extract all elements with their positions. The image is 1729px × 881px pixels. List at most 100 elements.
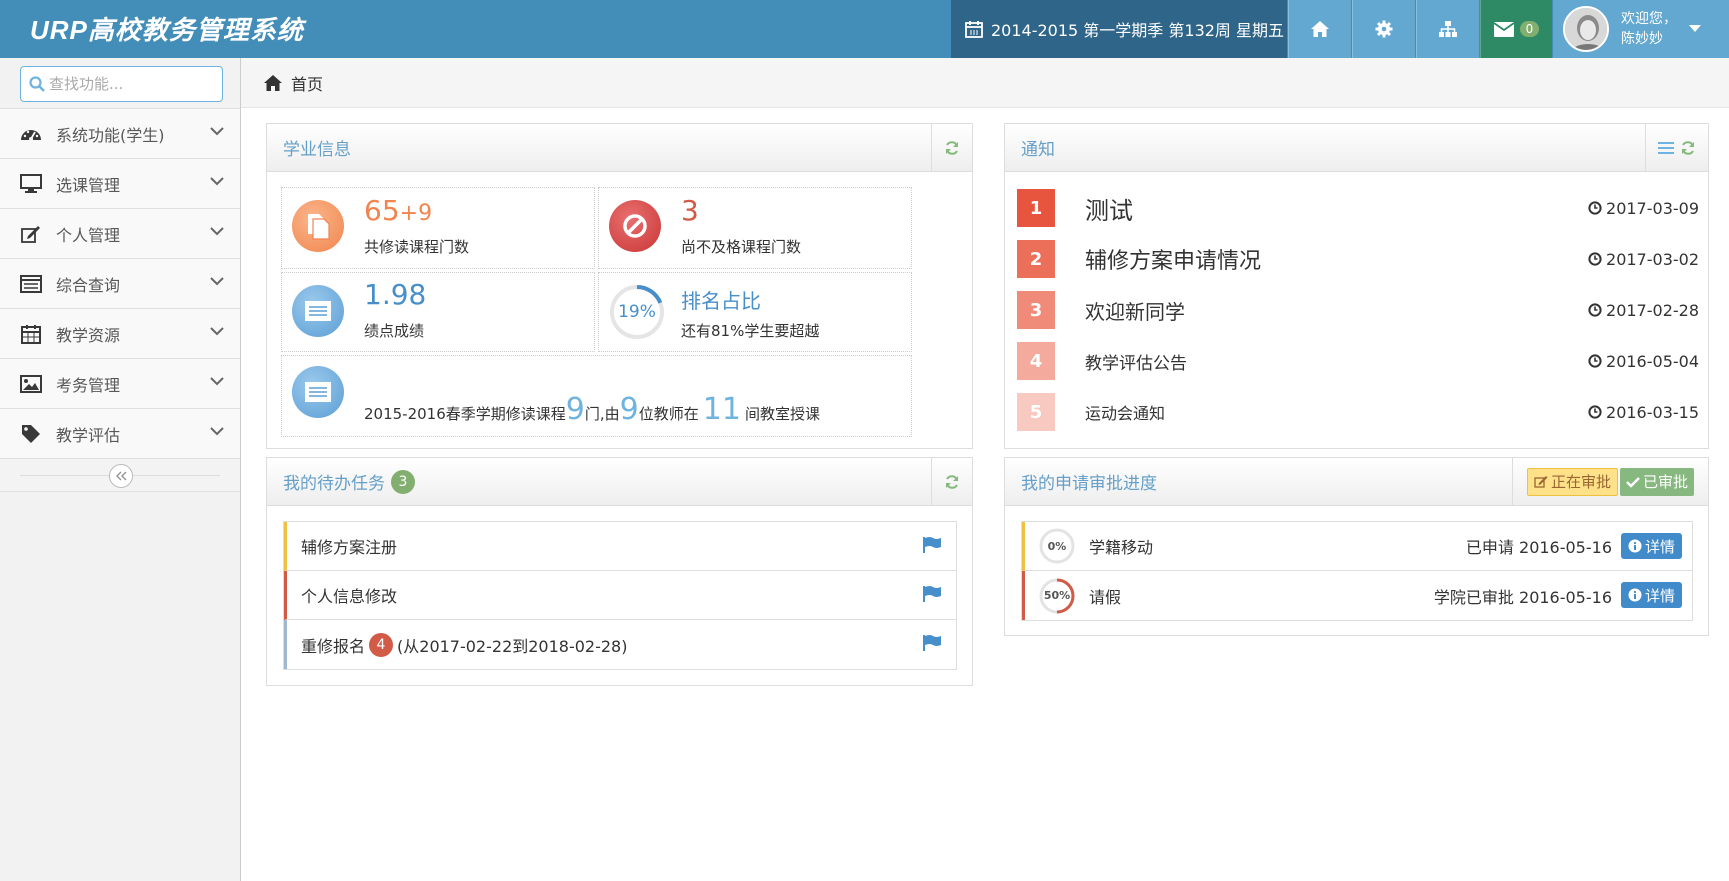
avatar bbox=[1563, 6, 1609, 52]
courses-extra: +9 bbox=[399, 201, 433, 226]
widget-header: 我的待办任务 3 bbox=[267, 458, 972, 506]
sidebar-item-exams[interactable]: 考务管理 bbox=[0, 358, 240, 408]
sidebar-collapse-row bbox=[0, 458, 240, 492]
notice-title[interactable]: 运动会通知 bbox=[1085, 400, 1165, 424]
notice-title[interactable]: 辅修方案申请情况 bbox=[1085, 243, 1261, 275]
approval-status: 学院已审批 2016-05-16 bbox=[1433, 587, 1612, 607]
breadcrumb-home-link[interactable]: 首页 bbox=[291, 71, 323, 95]
sidebar-item-label: 个人管理 bbox=[56, 225, 121, 245]
gpa-value: 1.98 bbox=[364, 278, 427, 311]
todo-item[interactable]: 重修报名 4 (从2017-02-22到2018-02-28) bbox=[284, 620, 956, 669]
notice-tools bbox=[1645, 124, 1708, 171]
chevron-down-icon bbox=[210, 127, 224, 136]
notice-title[interactable]: 教学评估公告 bbox=[1085, 349, 1187, 374]
flag-icon bbox=[923, 586, 941, 602]
approval-item: 50% 请假 学院已审批 2016-05-16 详情 bbox=[1022, 571, 1692, 620]
notice-item[interactable]: 5 运动会通知 2016-03-15 bbox=[1017, 388, 1707, 436]
todo-label[interactable]: 重修报名 bbox=[301, 633, 365, 657]
breadcrumb: 首页 bbox=[241, 58, 1729, 108]
failed-label: 尚不及格课程门数 bbox=[681, 238, 802, 256]
detail-button[interactable]: 详情 bbox=[1620, 533, 1682, 559]
todo-count-badge: 3 bbox=[391, 469, 415, 494]
todo-item[interactable]: 个人信息修改 bbox=[284, 571, 956, 620]
rank-title: 排名占比 bbox=[681, 289, 761, 313]
todo-date-range: (从2017-02-22到2018-02-28) bbox=[397, 636, 628, 656]
messages-button[interactable]: 0 bbox=[1480, 0, 1552, 58]
home-button[interactable] bbox=[1288, 0, 1351, 58]
refresh-button[interactable] bbox=[931, 124, 972, 171]
semester-room-count: 11 bbox=[702, 392, 741, 427]
calendar-icon bbox=[965, 21, 983, 38]
sidebar-item-query[interactable]: 综合查询 bbox=[0, 258, 240, 308]
courses-label: 共修读课程门数 bbox=[364, 238, 470, 256]
todo-widget: 我的待办任务 3 辅修方案注册 个人信息修改 重修报名 4 (从2017-02-… bbox=[266, 457, 973, 686]
sidebar-item-evaluation[interactable]: 教学评估 bbox=[0, 408, 240, 458]
sidebar-collapse-button[interactable] bbox=[109, 464, 133, 488]
widget-title: 学业信息 bbox=[283, 140, 351, 160]
clock-icon bbox=[1588, 201, 1602, 215]
user-menu[interactable]: 欢迎您， 陈妙妙 bbox=[1553, 0, 1729, 58]
app-brand[interactable]: URP高校教务管理系统 bbox=[30, 10, 304, 47]
todo-item[interactable]: 辅修方案注册 bbox=[284, 522, 956, 571]
sidebar-item-personal[interactable]: 个人管理 bbox=[0, 208, 240, 258]
semester-course-count: 9 bbox=[565, 392, 585, 427]
detail-button[interactable]: 详情 bbox=[1620, 582, 1682, 608]
envelope-icon bbox=[1493, 21, 1514, 37]
chevron-down-icon bbox=[210, 427, 224, 436]
done-tab[interactable]: 已审批 bbox=[1619, 467, 1694, 496]
todo-list: 辅修方案注册 个人信息修改 重修报名 4 (从2017-02-22到2018-0… bbox=[283, 521, 957, 670]
list-icon[interactable] bbox=[1658, 141, 1674, 155]
approval-progress-ring: 50% bbox=[1039, 578, 1075, 614]
approval-list: 0% 学籍移动 已申请 2016-05-16 详情 50% 请假 学院已审批 2… bbox=[1021, 521, 1693, 621]
chevron-down-icon bbox=[210, 327, 224, 336]
rank-label: 还有81%学生要超越 bbox=[681, 322, 820, 340]
sidebar-item-resources[interactable]: 教学资源 bbox=[0, 308, 240, 358]
refresh-icon[interactable] bbox=[1680, 140, 1696, 156]
semester-text: 2015-2016春季学期修读课程9门,由9位教师在 11 间教室授课 bbox=[364, 392, 820, 427]
approval-progress-text: 0% bbox=[1047, 539, 1067, 553]
document-icon bbox=[292, 200, 344, 252]
sitemap-button[interactable] bbox=[1416, 0, 1479, 58]
search-box bbox=[20, 66, 223, 102]
info-icon bbox=[1628, 588, 1642, 602]
sidebar: 系统功能(学生) 选课管理 个人管理 综合查询 教学资源 bbox=[0, 58, 241, 881]
approval-tabs: 正在审批 已审批 bbox=[1511, 458, 1708, 505]
widget-header: 通知 bbox=[1005, 124, 1708, 172]
sidebar-menu: 系统功能(学生) 选课管理 个人管理 综合查询 教学资源 考务管理 教学评估 bbox=[0, 108, 240, 492]
check-icon bbox=[1626, 476, 1640, 488]
todo-label[interactable]: 辅修方案注册 bbox=[301, 534, 397, 558]
notice-item[interactable]: 1 测试 2017-03-09 bbox=[1017, 184, 1707, 232]
todo-label[interactable]: 个人信息修改 bbox=[301, 583, 397, 607]
username-text: 陈妙妙 bbox=[1621, 31, 1663, 47]
semester-teacher-count: 9 bbox=[619, 392, 639, 427]
failed-stat: 3 尚不及格课程门数 bbox=[598, 187, 912, 269]
search-input[interactable] bbox=[49, 75, 219, 93]
rank-stat: 19% 排名占比 还有81%学生要超越 bbox=[598, 272, 912, 352]
tag-icon bbox=[22, 424, 40, 443]
approval-item: 0% 学籍移动 已申请 2016-05-16 详情 bbox=[1022, 522, 1692, 571]
widget-header: 学业信息 bbox=[267, 124, 972, 172]
home-icon bbox=[1311, 21, 1329, 37]
notice-item[interactable]: 2 辅修方案申请情况 2017-03-02 bbox=[1017, 235, 1707, 283]
sitemap-icon bbox=[1439, 21, 1457, 37]
sidebar-item-course-selection[interactable]: 选课管理 bbox=[0, 158, 240, 208]
notice-item[interactable]: 4 教学评估公告 2016-05-04 bbox=[1017, 337, 1707, 385]
refresh-icon bbox=[946, 474, 958, 489]
list-icon bbox=[20, 274, 42, 293]
notice-item[interactable]: 3 欢迎新同学 2017-02-28 bbox=[1017, 286, 1707, 334]
refresh-button[interactable] bbox=[931, 458, 972, 505]
settings-button[interactable] bbox=[1352, 0, 1415, 58]
approval-name: 请假 bbox=[1089, 587, 1122, 607]
sidebar-item-label: 教学评估 bbox=[56, 425, 121, 445]
sidebar-item-system[interactable]: 系统功能(学生) bbox=[0, 108, 240, 158]
notice-title[interactable]: 测试 bbox=[1085, 191, 1133, 226]
edit-icon bbox=[21, 225, 40, 243]
gpa-stat: 1.98 绩点成绩 bbox=[281, 272, 595, 352]
approval-status: 已申请 2016-05-16 bbox=[1465, 538, 1612, 557]
rank-progress-ring: 19% bbox=[609, 284, 665, 340]
picture-icon bbox=[20, 374, 42, 393]
flag-icon bbox=[923, 635, 941, 651]
courses-stat: 65+9 共修读课程门数 bbox=[281, 187, 595, 269]
pending-tab[interactable]: 正在审批 bbox=[1526, 467, 1618, 496]
notice-title[interactable]: 欢迎新同学 bbox=[1085, 296, 1185, 325]
